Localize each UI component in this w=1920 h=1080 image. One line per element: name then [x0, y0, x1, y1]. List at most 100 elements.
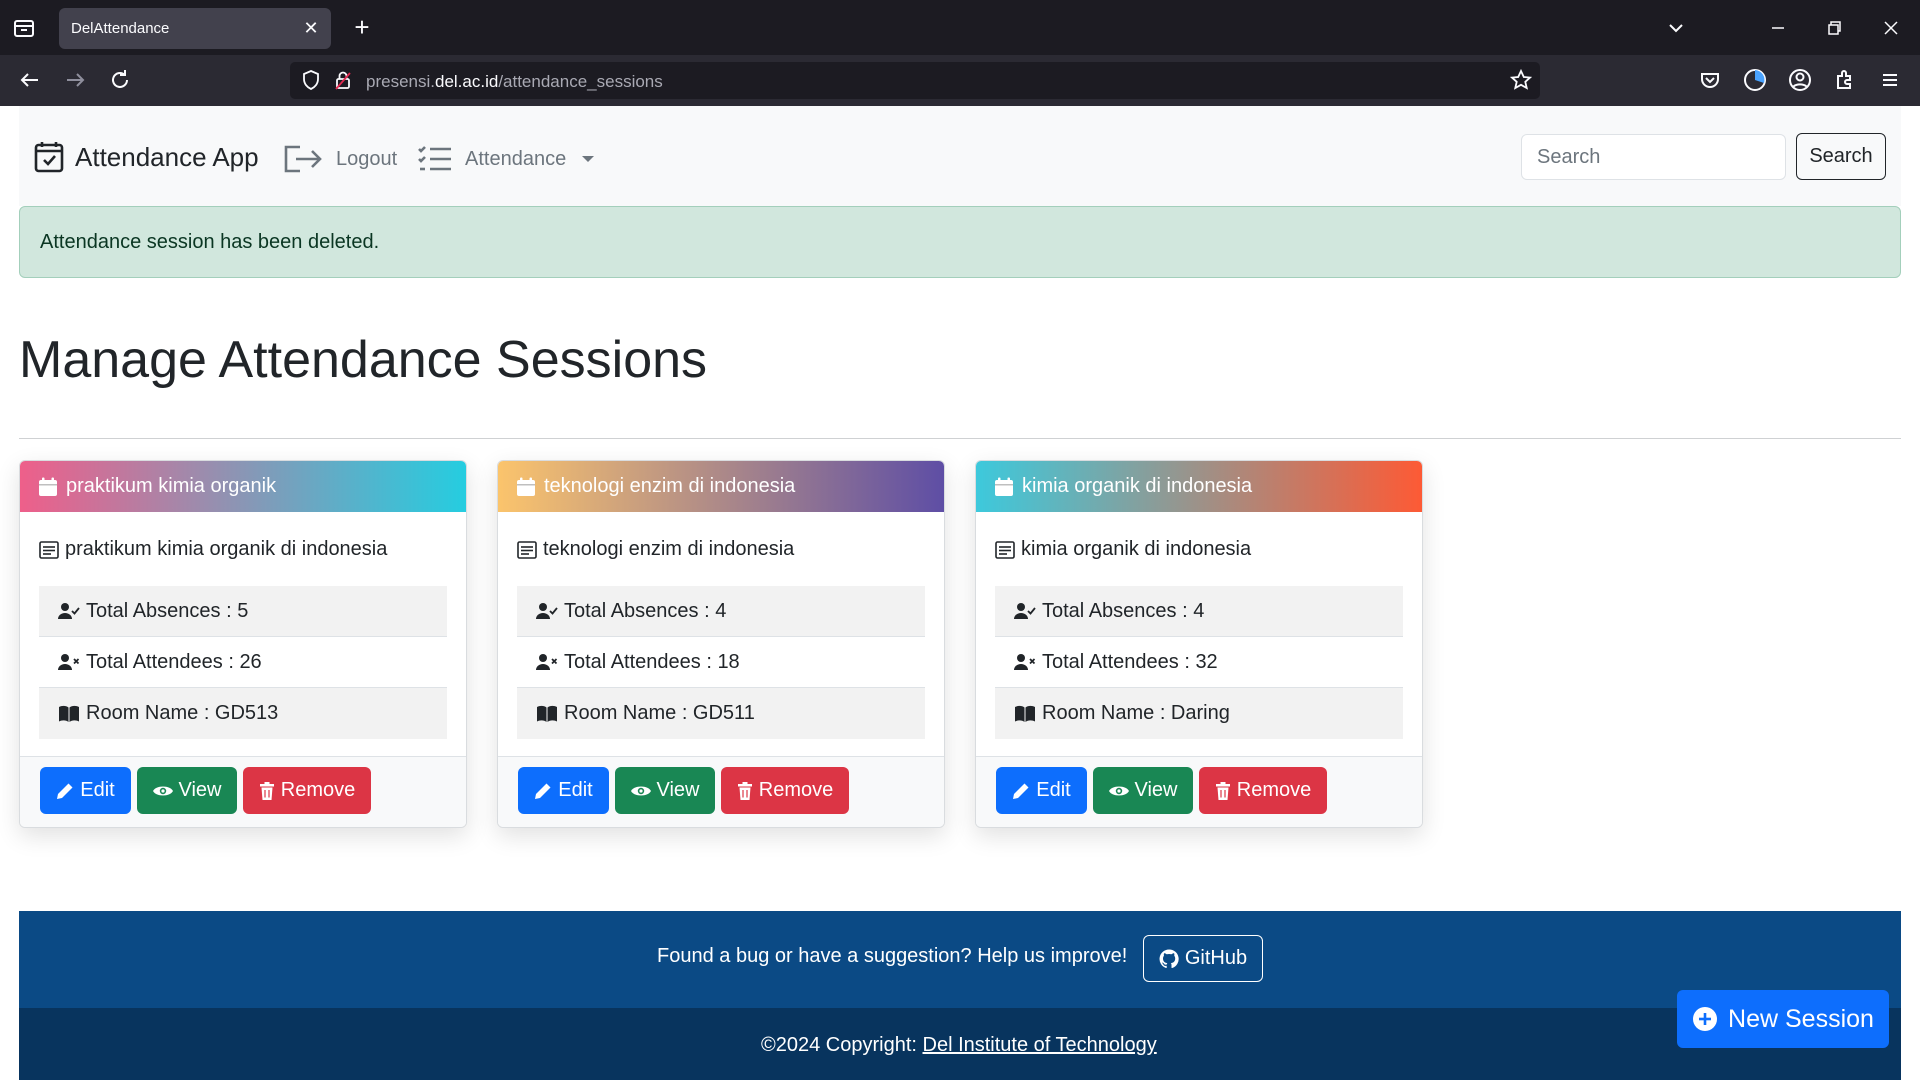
- reload-icon[interactable]: [107, 67, 133, 93]
- room-name: Room Name : GD513: [86, 702, 279, 724]
- total-absences: Total Absences : 5: [86, 599, 249, 622]
- card-stats-list: Total Absences : 5 Total Attendees : 26 …: [39, 586, 447, 739]
- minimize-icon[interactable]: [1764, 14, 1792, 42]
- eye-icon: [1108, 784, 1129, 798]
- person-x-icon: [58, 653, 80, 671]
- github-icon: [1159, 948, 1179, 969]
- forward-icon[interactable]: [62, 67, 88, 93]
- browser-tab[interactable]: DelAttendance ✕: [59, 8, 331, 49]
- book-icon: [58, 705, 80, 723]
- logout-link[interactable]: Logout: [282, 142, 397, 176]
- list-item: Room Name : GD511: [517, 688, 925, 739]
- pocket-icon[interactable]: [1697, 67, 1723, 93]
- list-item: Total Absences : 4: [517, 586, 925, 637]
- session-card: teknologi enzim di indonesia teknologi e…: [497, 460, 945, 828]
- new-session-label: New Session: [1728, 1004, 1874, 1033]
- list-item: Total Absences : 4: [995, 586, 1403, 637]
- github-label: GitHub: [1184, 947, 1248, 969]
- restore-icon[interactable]: [1820, 14, 1848, 42]
- view-label: View: [1134, 779, 1178, 801]
- calendar-icon: [516, 477, 536, 497]
- tab-title: DelAttendance: [71, 20, 170, 37]
- bookmark-star-icon[interactable]: [1510, 69, 1532, 91]
- brand-link[interactable]: Attendance App: [33, 140, 259, 174]
- success-alert: Attendance session has been deleted.: [19, 206, 1901, 278]
- book-icon: [536, 705, 558, 723]
- footer-bottom: ©2024 Copyright: Del Institute of Techno…: [19, 1008, 1901, 1080]
- url-bar[interactable]: presensi.del.ac.id/attendance_sessions: [290, 62, 1540, 99]
- pencil-icon: [1012, 782, 1030, 800]
- card-description-text: kimia organik di indonesia: [1021, 538, 1252, 560]
- search-input[interactable]: [1521, 134, 1786, 180]
- card-footer: Edit View Remove: [20, 756, 466, 827]
- card-stats-list: Total Absences : 4 Total Attendees : 18 …: [517, 586, 925, 739]
- eye-icon: [630, 784, 651, 798]
- trash-icon: [259, 781, 275, 800]
- person-check-icon: [1014, 602, 1036, 620]
- edit-label: Edit: [1036, 779, 1071, 801]
- page-title: Manage Attendance Sessions: [19, 331, 708, 389]
- edit-button[interactable]: Edit: [996, 767, 1087, 814]
- browser-tab-bar: DelAttendance ✕ +: [0, 0, 1920, 55]
- list-item: Total Attendees : 26: [39, 637, 447, 688]
- list-item: Total Absences : 5: [39, 586, 447, 637]
- browser-toolbar: presensi.del.ac.id/attendance_sessions: [0, 55, 1920, 106]
- person-check-icon: [58, 602, 80, 620]
- view-button[interactable]: View: [1093, 767, 1193, 814]
- edit-label: Edit: [558, 779, 593, 801]
- remove-button[interactable]: Remove: [243, 767, 371, 814]
- page-content: Attendance App Logout Attendance Search …: [0, 106, 1920, 1080]
- calendar-check-icon: [33, 140, 65, 174]
- tab-list-icon[interactable]: [12, 16, 36, 40]
- search-button[interactable]: Search: [1796, 133, 1886, 180]
- room-name: Room Name : Daring: [1042, 702, 1230, 724]
- pencil-icon: [534, 782, 552, 800]
- list-item: Room Name : GD513: [39, 688, 447, 739]
- copyright-prefix: ©2024 Copyright:: [761, 1034, 923, 1056]
- remove-button[interactable]: Remove: [1199, 767, 1327, 814]
- new-tab-icon[interactable]: +: [350, 14, 374, 40]
- card-stats-list: Total Absences : 4 Total Attendees : 32 …: [995, 586, 1403, 739]
- institute-link[interactable]: Del Institute of Technology: [923, 1034, 1157, 1056]
- view-label: View: [656, 779, 700, 801]
- trash-icon: [1215, 781, 1231, 800]
- view-button[interactable]: View: [615, 767, 715, 814]
- attendance-label: Attendance: [465, 147, 567, 170]
- extension-circle-icon[interactable]: [1742, 67, 1768, 93]
- edit-button[interactable]: Edit: [40, 767, 131, 814]
- eye-icon: [152, 784, 173, 798]
- brand-text: Attendance App: [75, 141, 259, 172]
- back-icon[interactable]: [17, 67, 43, 93]
- card-header: praktikum kimia organik: [20, 461, 466, 512]
- card-description: praktikum kimia organik di indonesia: [39, 538, 387, 561]
- attendance-dropdown[interactable]: Attendance: [417, 142, 595, 176]
- remove-label: Remove: [758, 779, 834, 801]
- github-button[interactable]: GitHub: [1143, 935, 1263, 982]
- url-text[interactable]: presensi.del.ac.id/attendance_sessions: [366, 72, 663, 92]
- book-icon: [1014, 705, 1036, 723]
- view-button[interactable]: View: [137, 767, 237, 814]
- plus-circle-icon: [1692, 1006, 1718, 1032]
- room-name: Room Name : GD511: [564, 702, 755, 724]
- edit-button[interactable]: Edit: [518, 767, 609, 814]
- card-title: praktikum kimia organik: [66, 475, 277, 497]
- divider: [19, 438, 1901, 439]
- account-icon[interactable]: [1787, 67, 1813, 93]
- shield-icon[interactable]: [300, 69, 322, 91]
- new-session-button[interactable]: New Session: [1677, 990, 1889, 1048]
- close-window-icon[interactable]: [1877, 14, 1905, 42]
- extensions-icon[interactable]: [1832, 67, 1858, 93]
- tab-close-icon[interactable]: ✕: [301, 18, 321, 38]
- url-host: del.ac.id: [434, 72, 499, 91]
- menu-icon[interactable]: [1877, 67, 1903, 93]
- remove-button[interactable]: Remove: [721, 767, 849, 814]
- list-item: Total Attendees : 18: [517, 637, 925, 688]
- session-card: praktikum kimia organik praktikum kimia …: [19, 460, 467, 828]
- person-check-icon: [536, 602, 558, 620]
- remove-label: Remove: [1236, 779, 1312, 801]
- url-path: /attendance_sessions: [498, 72, 663, 91]
- lock-icon[interactable]: [332, 69, 354, 91]
- calendar-icon: [994, 477, 1014, 497]
- person-x-icon: [536, 653, 558, 671]
- list-all-tabs-icon[interactable]: [1662, 14, 1690, 42]
